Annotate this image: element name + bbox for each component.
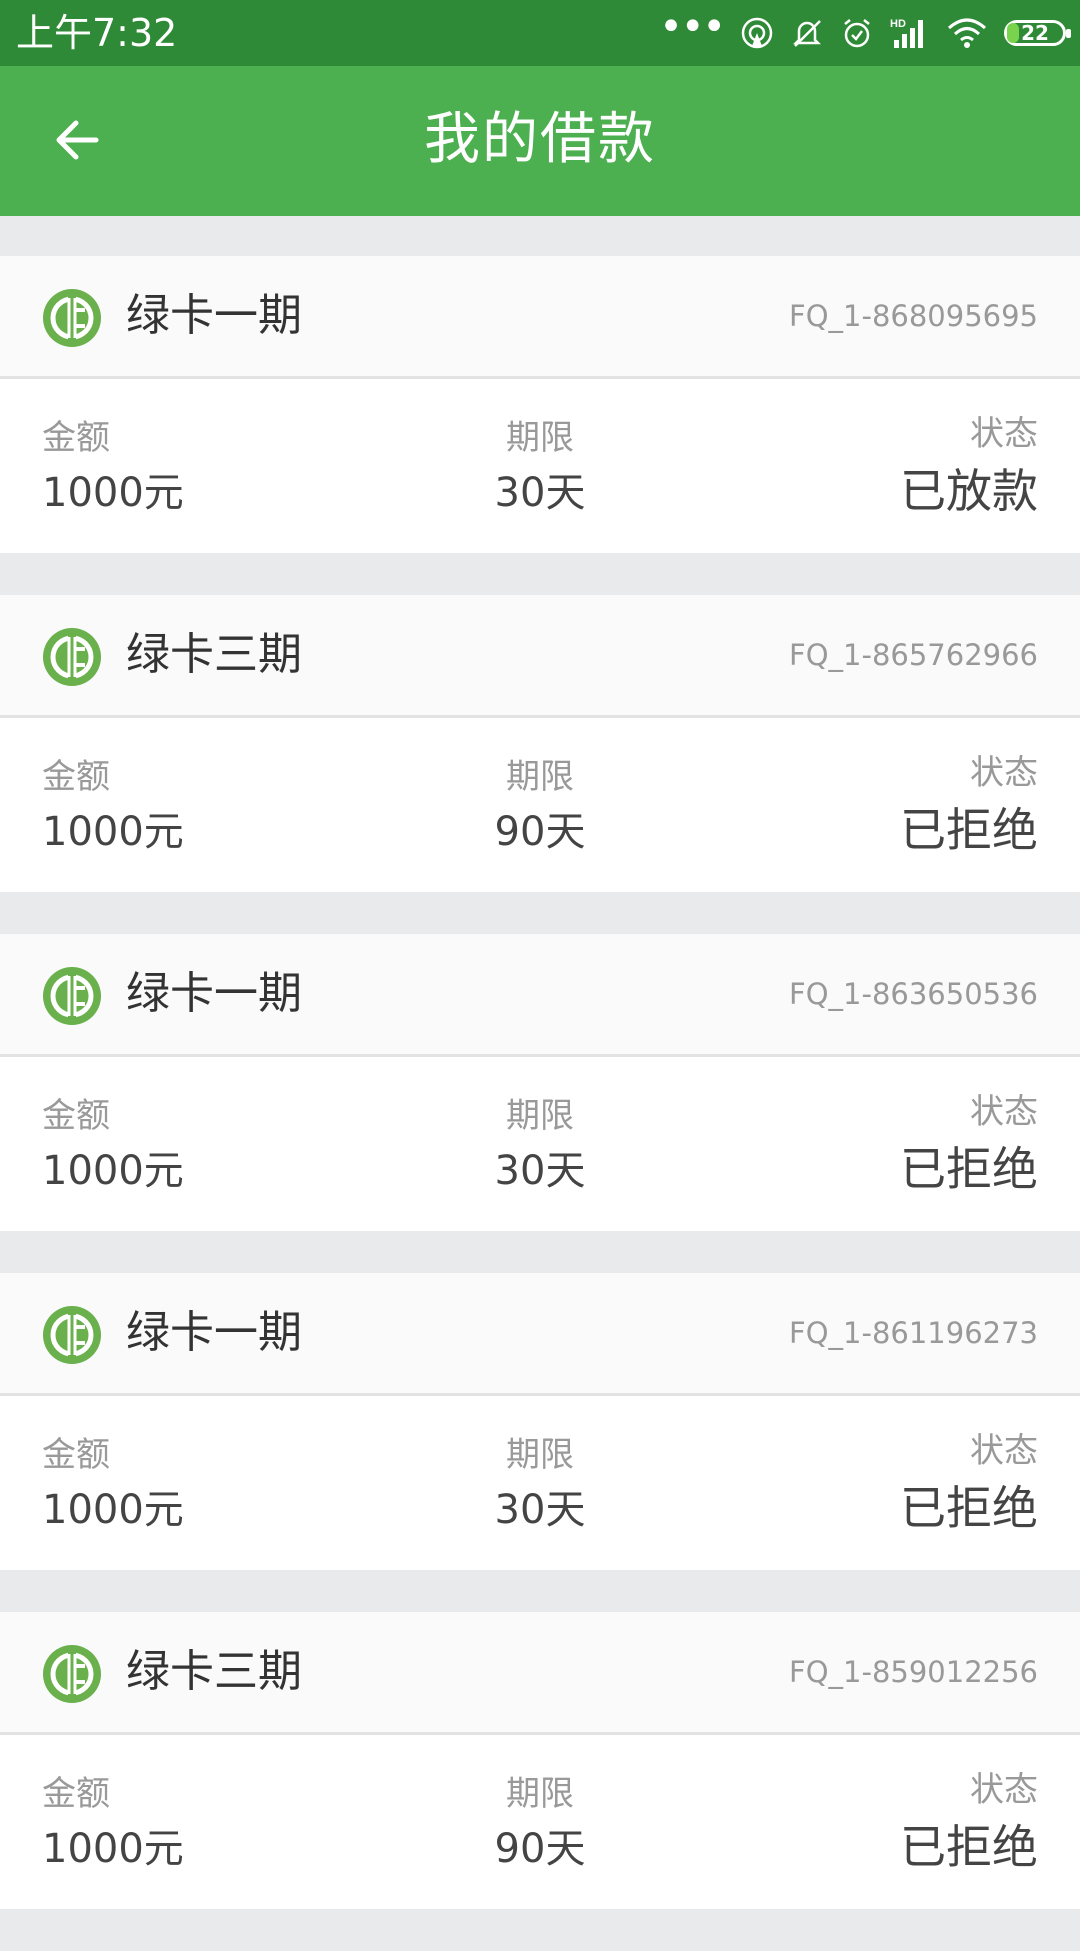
- status-column: 状态 已拒绝: [900, 752, 1038, 860]
- app-bar: 我的借款: [0, 66, 1080, 216]
- loan-product-name: 绿卡三期: [126, 1646, 302, 1697]
- lvka-logo-icon: [43, 289, 101, 347]
- status-column: 状态 已拒绝: [900, 1091, 1038, 1199]
- loan-card-body: 金额 1000元 期限 30天 状态 已放款: [0, 379, 1080, 553]
- loan-card[interactable]: 绿卡一期 FQ_1-868095695 金额 1000元 期限 30天 状态 已…: [0, 256, 1080, 553]
- loan-id: FQ_1-859012256: [789, 1655, 1038, 1689]
- status-label: 状态: [970, 1770, 1038, 1810]
- alarm-icon: [844, 19, 870, 48]
- status-value: 已拒绝: [900, 1142, 1038, 1196]
- status-label: 状态: [970, 1431, 1038, 1471]
- status-label: 状态: [970, 753, 1038, 793]
- battery-fill: [1007, 23, 1020, 43]
- mute-icon: [792, 20, 822, 47]
- loan-card[interactable]: 绿卡一期 FQ_1-863650536 金额 1000元 期限 30天 状态 已…: [0, 934, 1080, 1231]
- battery-level: 22: [1021, 21, 1049, 45]
- status-value: 已拒绝: [900, 1820, 1038, 1874]
- loan-card[interactable]: 绿卡三期 FQ_1-859012256 金额 1000元 期限 90天 状态 已…: [0, 1612, 1080, 1909]
- status-value: 已放款: [900, 464, 1038, 518]
- loan-card-header: 绿卡一期 FQ_1-863650536: [0, 934, 1080, 1057]
- loan-card-body: 金额 1000元 期限 90天 状态 已拒绝: [0, 718, 1080, 892]
- loan-card[interactable]: 绿卡三期 FQ_1-865762966 金额 1000元 期限 90天 状态 已…: [0, 595, 1080, 892]
- loan-card[interactable]: 绿卡一期 FQ_1-861196273 金额 1000元 期限 30天 状态 已…: [0, 1273, 1080, 1570]
- loan-list: 绿卡一期 FQ_1-868095695 金额 1000元 期限 30天 状态 已…: [0, 256, 1080, 1951]
- loan-id: FQ_1-865762966: [789, 638, 1038, 672]
- wifi-icon: [948, 18, 986, 48]
- status-label: 状态: [970, 1092, 1038, 1132]
- loan-id: FQ_1-863650536: [789, 977, 1038, 1011]
- status-column: 状态 已拒绝: [900, 1769, 1038, 1877]
- lvka-logo-icon: [43, 1306, 101, 1364]
- loan-card-header: 绿卡三期 FQ_1-859012256: [0, 1612, 1080, 1735]
- loan-card-header: 绿卡一期 FQ_1-861196273: [0, 1273, 1080, 1396]
- status-column: 状态 已放款: [900, 413, 1038, 521]
- status-icons: ••• HD 22: [659, 4, 1071, 56]
- loan-id: FQ_1-868095695: [789, 299, 1038, 333]
- more-dots-icon: •••: [659, 4, 726, 50]
- hotspot-icon: [741, 17, 773, 49]
- loan-card-body: 金额 1000元 期限 30天 状态 已拒绝: [0, 1057, 1080, 1231]
- status-value: 已拒绝: [900, 1481, 1038, 1535]
- status-value: 已拒绝: [900, 803, 1038, 857]
- lvka-logo-icon: [43, 1645, 101, 1703]
- loan-product-name: 绿卡三期: [126, 629, 302, 680]
- loan-card-header: 绿卡一期 FQ_1-868095695: [0, 256, 1080, 379]
- status-bar: 上午7:32 ••• HD 22: [0, 0, 1080, 66]
- status-column: 状态 已拒绝: [900, 1430, 1038, 1538]
- lvka-logo-icon: [43, 967, 101, 1025]
- loan-card-header: 绿卡三期 FQ_1-865762966: [0, 595, 1080, 718]
- loan-id: FQ_1-861196273: [789, 1316, 1038, 1350]
- hd-signal-icon: HD: [890, 18, 923, 48]
- page-title: 我的借款: [424, 107, 656, 172]
- loan-product-name: 绿卡一期: [126, 290, 302, 341]
- battery-icon: 22: [1004, 20, 1071, 46]
- status-label: 状态: [970, 414, 1038, 454]
- lvka-logo-icon: [43, 628, 101, 686]
- loan-product-name: 绿卡一期: [126, 968, 302, 1019]
- svg-text:HD: HD: [890, 18, 906, 30]
- status-time: 上午7:32: [16, 11, 178, 55]
- loan-card-body: 金额 1000元 期限 90天 状态 已拒绝: [0, 1735, 1080, 1909]
- loan-card-body: 金额 1000元 期限 30天 状态 已拒绝: [0, 1396, 1080, 1570]
- loan-product-name: 绿卡一期: [126, 1307, 302, 1358]
